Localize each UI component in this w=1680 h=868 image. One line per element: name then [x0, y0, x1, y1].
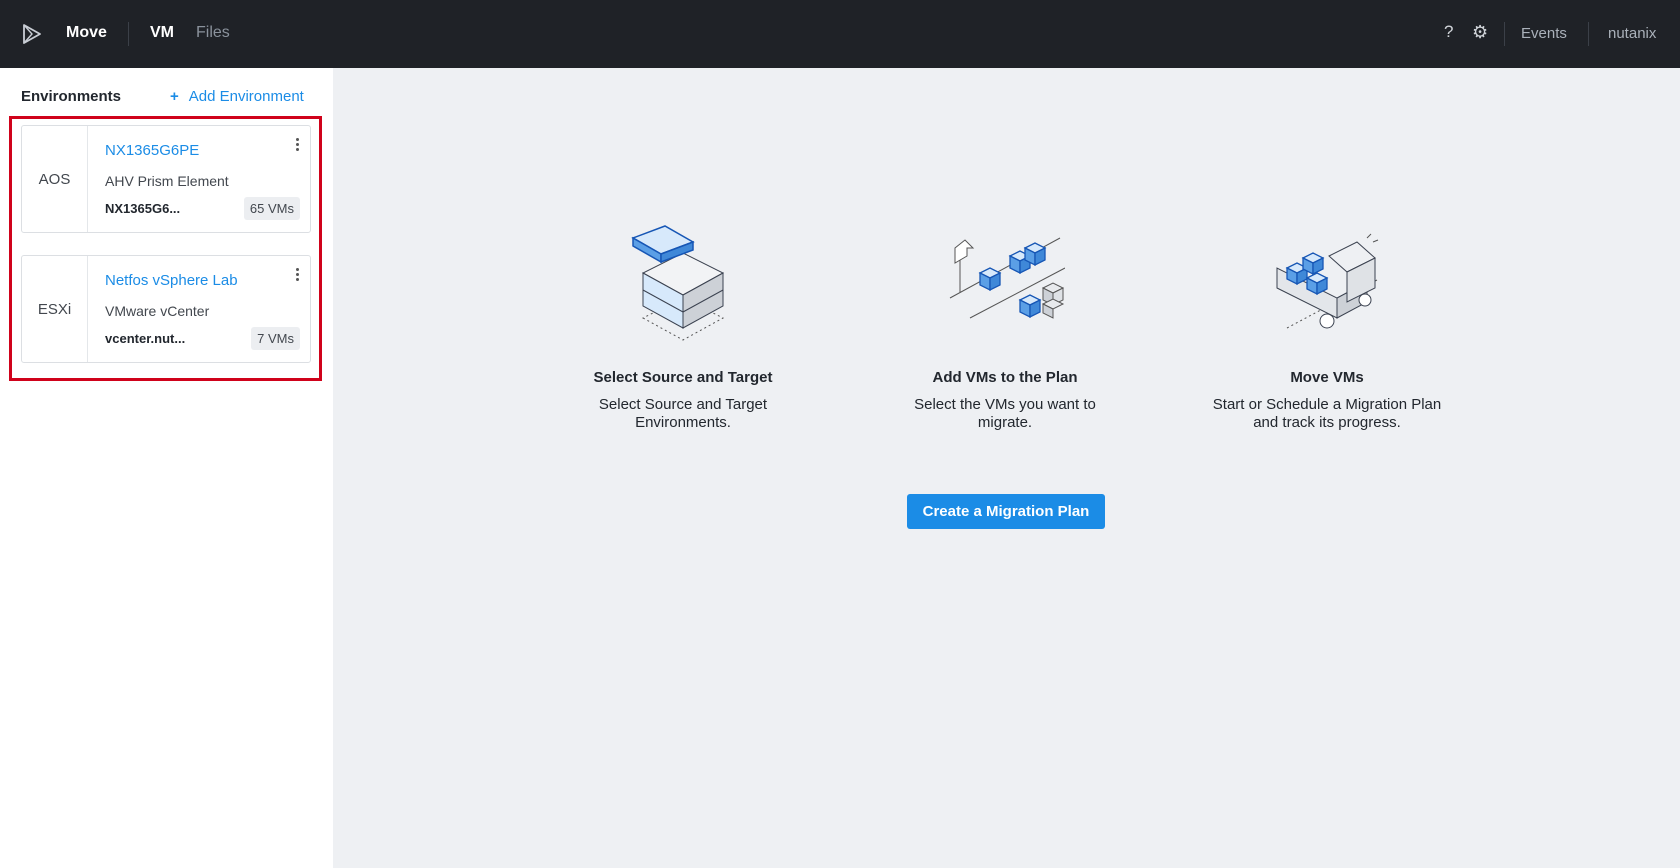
environment-card[interactable]: ESXi Netfos vSphere Lab VMware vCenter v…	[21, 255, 311, 363]
create-migration-plan-button[interactable]: Create a Migration Plan	[907, 494, 1105, 529]
step-description: Select Source and Target Environments.	[598, 396, 768, 431]
divider	[128, 22, 129, 46]
step-move-vms: Move VMs Start or Schedule a Migration P…	[1212, 218, 1442, 432]
environment-host: vcenter.nut...	[105, 331, 186, 346]
step-description: Select the VMs you want to migrate.	[914, 396, 1096, 431]
add-environment-label: Add Environment	[188, 88, 304, 105]
kebab-menu-icon[interactable]	[292, 136, 302, 152]
truck-icon	[1276, 233, 1379, 329]
divider	[1588, 22, 1589, 46]
environment-type: ESXi	[22, 256, 88, 362]
step-description: Start or Schedule a Migration Plan and t…	[1212, 396, 1442, 431]
environments-sidebar: Environments + Add Environment AOS NX1365…	[0, 68, 333, 868]
nav-tab-vm[interactable]: VM	[150, 24, 174, 42]
vm-cubes-conveyor-icon	[949, 237, 1066, 319]
environment-host: NX1365G6...	[105, 201, 181, 216]
kebab-menu-icon[interactable]	[292, 266, 302, 282]
environment-kind: VMware vCenter	[105, 303, 210, 319]
environment-name-link[interactable]: Netfos vSphere Lab	[105, 272, 238, 289]
step-select-source-target: Select Source and Target Select Source a…	[568, 218, 798, 432]
environment-card[interactable]: AOS NX1365G6PE AHV Prism Element NX1365G…	[21, 125, 311, 233]
add-environment-button[interactable]: + Add Environment	[170, 88, 304, 105]
vm-count-badge: 7 VMs	[251, 327, 300, 350]
divider	[1504, 22, 1505, 46]
plus-icon: +	[170, 88, 179, 105]
events-link[interactable]: Events	[1521, 25, 1567, 42]
main-panel: Select Source and Target Select Source a…	[333, 68, 1680, 868]
gear-icon[interactable]: ⚙	[1472, 22, 1488, 43]
step-title: Add VMs to the Plan	[932, 369, 1078, 386]
environment-type: AOS	[22, 126, 88, 232]
source-target-blocks-icon	[631, 225, 725, 341]
environments-title: Environments	[21, 88, 122, 105]
step-title: Move VMs	[1290, 369, 1364, 386]
app-name: Move	[66, 24, 107, 41]
question-icon[interactable]: ?	[1444, 22, 1453, 42]
step-add-vms: Add VMs to the Plan Select the VMs you w…	[890, 218, 1120, 432]
nav-tab-files[interactable]: Files	[196, 24, 230, 42]
environment-kind: AHV Prism Element	[105, 173, 229, 189]
vm-count-badge: 65 VMs	[243, 197, 300, 220]
top-bar: Move VM Files ? ⚙ Events nutanix	[0, 0, 1680, 68]
step-title: Select Source and Target	[593, 369, 773, 386]
environment-name-link[interactable]: NX1365G6PE	[105, 142, 199, 159]
play-outline-icon[interactable]	[20, 22, 44, 46]
user-menu[interactable]: nutanix	[1608, 25, 1656, 42]
